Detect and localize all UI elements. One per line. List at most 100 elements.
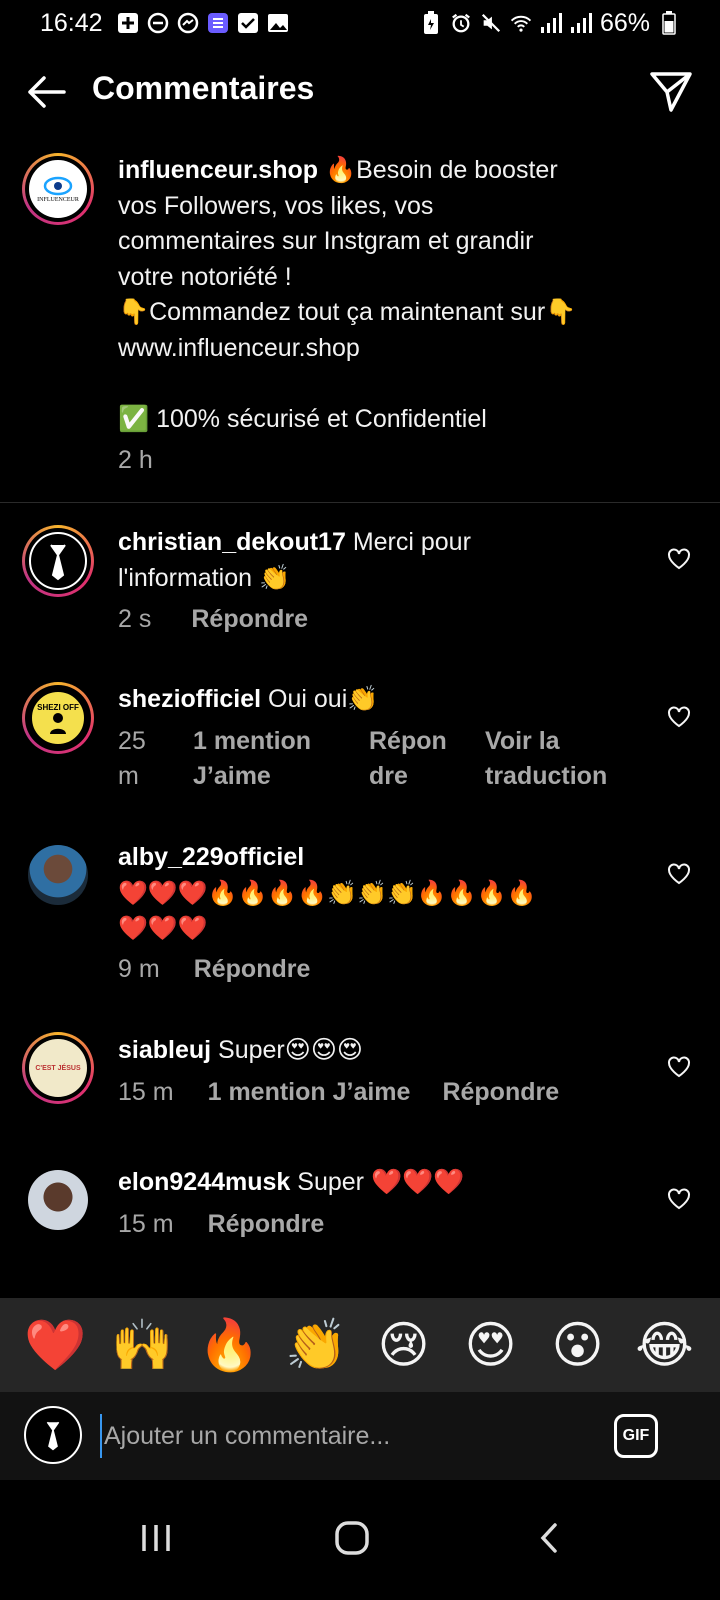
home-icon xyxy=(335,1521,369,1555)
medical-plus-icon xyxy=(117,12,139,34)
comment-username[interactable]: elon9244musk xyxy=(118,1168,290,1196)
caption-link[interactable]: www.influenceur.shop xyxy=(118,331,638,367)
like-button[interactable] xyxy=(666,546,692,572)
emoji-heart-button[interactable]: ❤️ xyxy=(21,1310,91,1380)
emoji-raised-hands-button[interactable]: 🙌 xyxy=(108,1310,178,1380)
person-icon xyxy=(50,712,66,734)
comment-username[interactable]: alby_229officiel xyxy=(118,843,304,871)
notification-icons xyxy=(117,12,289,34)
comment-body: Super😍😍😍 xyxy=(218,1036,363,1064)
comment-time: 2 s xyxy=(118,605,152,633)
like-button[interactable] xyxy=(666,1054,692,1080)
comment-text: christian_dekout17 Merci pour l'informat… xyxy=(118,525,638,596)
comment-input[interactable] xyxy=(100,1414,570,1458)
influenceur-logo: INFLUENCEUR xyxy=(29,160,87,218)
comment-time: 15 m xyxy=(118,1210,174,1238)
status-time: 16:42 xyxy=(40,8,103,37)
emoji-heart-eyes-button[interactable]: 😍 xyxy=(456,1310,526,1380)
comment-time: 15 m xyxy=(118,1078,174,1106)
comment-body: Oui oui👏 xyxy=(268,685,379,713)
comment-meta: 25 m 1 mention J’aime Répon dre Voir la trad… xyxy=(118,724,638,794)
likes-count[interactable]: 1 mention J’aime xyxy=(193,724,369,794)
share-button[interactable] xyxy=(648,68,694,114)
avatar-image xyxy=(28,845,88,905)
caption-line-1: 🔥Besoin de booster xyxy=(324,156,558,184)
comment-meta: 15 m Répondre xyxy=(118,1207,324,1242)
home-button[interactable] xyxy=(322,1508,382,1568)
emoji-surprised-button[interactable]: 😮 xyxy=(543,1310,613,1380)
heart-icon xyxy=(668,1188,690,1210)
heart-icon xyxy=(668,548,690,570)
emoji-crying-button[interactable]: 😢 xyxy=(369,1310,439,1380)
system-icons: 66% xyxy=(420,9,680,38)
system-nav-bar xyxy=(0,1480,720,1600)
battery-saver-icon xyxy=(420,11,442,34)
like-button[interactable] xyxy=(666,861,692,887)
list-app-icon xyxy=(207,12,229,34)
header: Commentaires xyxy=(0,58,720,124)
comment-avatar-alby[interactable] xyxy=(28,845,88,905)
recent-apps-button[interactable] xyxy=(126,1508,186,1568)
checkbox-icon xyxy=(237,12,259,34)
reply-button[interactable]: Répondre xyxy=(208,1207,325,1242)
comment-time: 25 m xyxy=(118,727,146,790)
caption-line-4: votre notoriété ! xyxy=(118,262,292,291)
dnd-icon xyxy=(147,12,169,34)
battery-icon xyxy=(658,11,680,35)
tie-logo-icon xyxy=(46,1421,60,1451)
like-button[interactable] xyxy=(666,704,692,730)
comment-avatar-christian[interactable] xyxy=(22,525,94,597)
caption-line-8: ✅ 100% sécurisé et Confidentiel xyxy=(118,404,487,433)
mute-icon xyxy=(480,12,502,34)
wifi-icon xyxy=(510,12,532,34)
reply-button[interactable]: Répondre xyxy=(442,1075,559,1110)
caption-avatar[interactable]: INFLUENCEUR xyxy=(22,153,94,225)
my-avatar[interactable] xyxy=(24,1406,82,1464)
avatar-image xyxy=(29,532,87,590)
comment-meta: 15 m 1 mention J’aime Répondre xyxy=(118,1075,559,1110)
alarm-icon xyxy=(450,12,472,34)
comment-body-line2: l'information 👏 xyxy=(118,563,291,592)
comment-avatar-elon[interactable] xyxy=(28,1170,88,1230)
avatar-image: C'EST JÉSUS xyxy=(29,1039,87,1097)
emoji-fire-button[interactable]: 🔥 xyxy=(195,1310,265,1380)
reply-button[interactable]: Répondre xyxy=(369,724,485,794)
comment-username[interactable]: shezіofficiel xyxy=(118,685,261,713)
back-nav-button[interactable] xyxy=(520,1508,580,1568)
comment-time: 9 m xyxy=(118,955,160,983)
comment-avatar-siableuj[interactable]: C'EST JÉSUS xyxy=(22,1032,94,1104)
caption-line-3: commentaires sur Instgram et grandir xyxy=(118,227,534,255)
comment-body: Super ❤️❤️❤️ xyxy=(297,1168,465,1196)
gif-button[interactable]: GIF xyxy=(614,1414,658,1458)
comment-text: elon9244musk Super ❤️❤️❤️ xyxy=(118,1165,638,1201)
signal-icon xyxy=(540,12,562,34)
comment-username[interactable]: christian_dekout17 xyxy=(118,528,346,556)
comment-avatar-shezi[interactable]: SHEZI OFF xyxy=(22,682,94,754)
reply-button[interactable]: Répondre xyxy=(191,602,308,637)
eye-logo-icon xyxy=(43,176,73,196)
avatar-image xyxy=(24,1406,82,1464)
emoji-clap-button[interactable]: 👏 xyxy=(282,1310,352,1380)
chevron-left-icon xyxy=(540,1523,557,1553)
divider xyxy=(0,502,720,503)
heart-icon xyxy=(668,1056,690,1078)
comment-meta: 9 m Répondre xyxy=(118,952,310,987)
avatar-image xyxy=(28,1170,88,1230)
tie-logo-icon xyxy=(50,544,66,581)
likes-count[interactable]: 1 mention J’aime xyxy=(208,1075,411,1110)
caption-line-blank xyxy=(118,366,638,402)
comment-composer: GIF xyxy=(0,1392,720,1480)
emoji-laughing-button[interactable]: 😂 xyxy=(630,1310,700,1380)
heart-icon xyxy=(668,706,690,728)
caption-username[interactable]: influenceur.shop xyxy=(118,156,318,184)
comment-text: siableuj Super😍😍😍 xyxy=(118,1033,638,1069)
avatar-label: SHEZI OFF xyxy=(37,702,79,712)
comment-username[interactable]: siableuj xyxy=(118,1036,211,1064)
page-title: Commentaires xyxy=(92,70,315,106)
like-button[interactable] xyxy=(666,1186,692,1212)
reply-button[interactable]: Répondre xyxy=(194,952,311,987)
back-button[interactable] xyxy=(24,70,68,114)
see-translation-button[interactable]: Voir la traduction xyxy=(485,724,607,794)
caption-time: 2 h xyxy=(118,446,153,474)
status-bar: 16:42 66% xyxy=(0,0,720,46)
